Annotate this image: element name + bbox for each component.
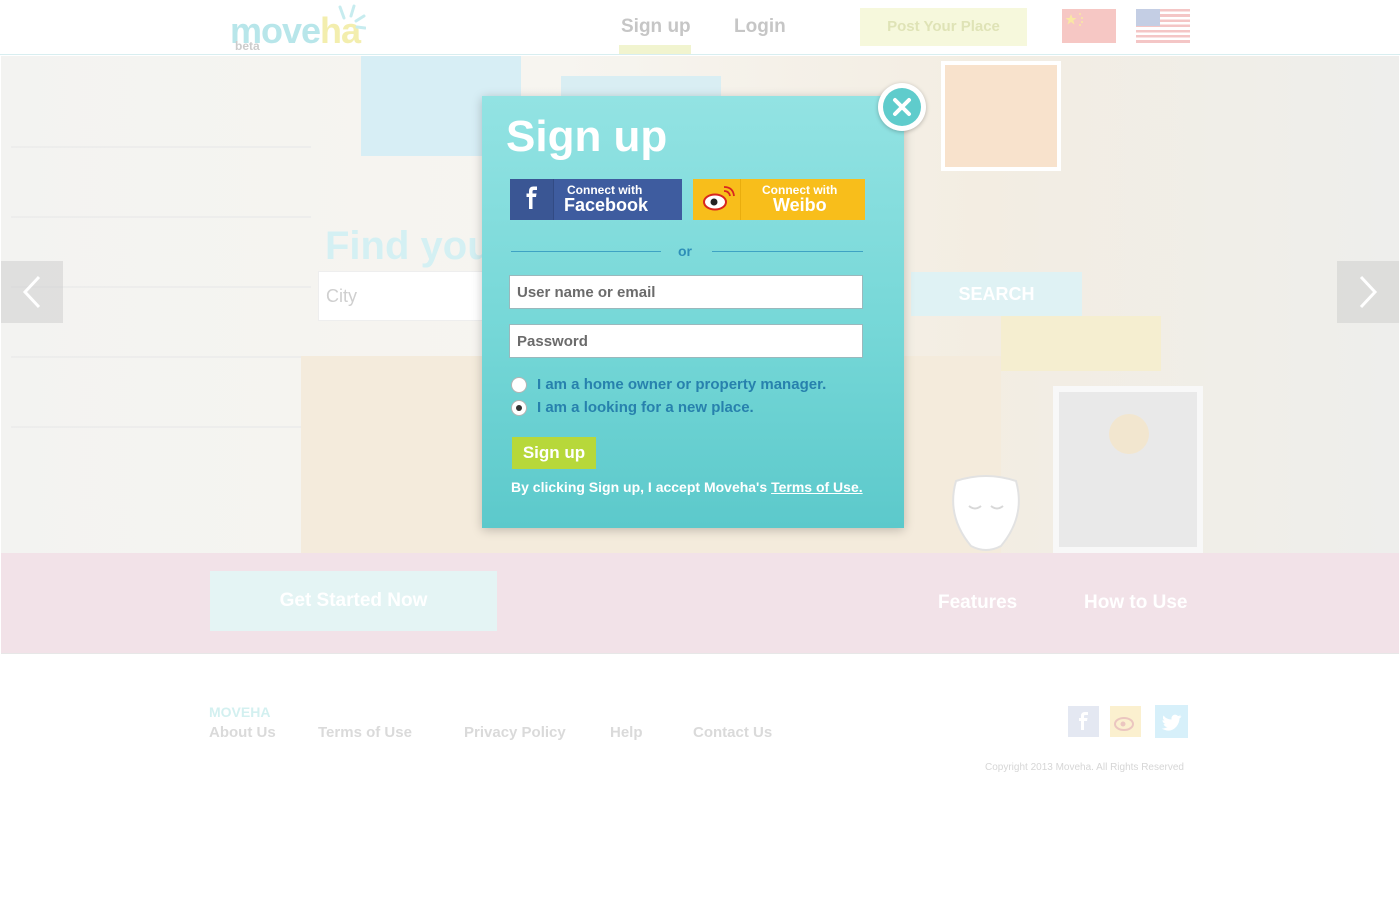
twitter-glyph-icon xyxy=(1161,714,1182,731)
post-your-place-button[interactable]: Post Your Place xyxy=(860,8,1027,46)
logo-beta-tag: beta xyxy=(235,39,260,53)
terms-of-use-link[interactable]: Terms of Use. xyxy=(771,479,863,495)
signup-submit-button[interactable]: Sign up xyxy=(512,437,596,469)
footer-help-link[interactable]: Help xyxy=(610,724,643,741)
password-input[interactable] xyxy=(509,324,863,358)
carousel-prev-button[interactable] xyxy=(1,261,63,323)
footer-about-link[interactable]: About Us xyxy=(209,724,276,741)
site-header: moveha beta Sign up Login Post Your Plac… xyxy=(0,0,1400,55)
logo-sun-rays-icon xyxy=(338,4,366,30)
hero-headline: Find you xyxy=(325,224,492,268)
facebook-connect-label: Facebook xyxy=(564,195,649,215)
get-started-button[interactable]: Get Started Now xyxy=(210,571,497,631)
chevron-right-icon xyxy=(1359,275,1378,309)
weibo-glyph-icon xyxy=(1114,717,1134,731)
footer-contact-link[interactable]: Contact Us xyxy=(693,724,772,741)
terms-prefix: By clicking Sign up, I accept Moveha's xyxy=(511,479,772,495)
role-option-seeker-label: I am a looking for a new place. xyxy=(537,399,754,416)
close-x-glyph-icon xyxy=(893,98,911,116)
usa-flag-canton xyxy=(1136,9,1160,26)
username-email-input[interactable] xyxy=(509,275,863,309)
facebook-f-icon xyxy=(526,186,537,209)
facebook-icon[interactable] xyxy=(1068,706,1099,737)
footer-brand: MOVEHA xyxy=(209,704,271,720)
carousel-next-button[interactable] xyxy=(1337,261,1399,323)
weibo-icon xyxy=(693,179,741,220)
search-button[interactable]: SEARCH xyxy=(911,272,1082,316)
owl-mascot-icon xyxy=(952,475,1020,551)
china-flag-icon[interactable] xyxy=(1062,9,1116,43)
footer-terms-link[interactable]: Terms of Use xyxy=(318,724,412,741)
cta-band: Get Started Now Features How to Use xyxy=(1,553,1399,654)
or-divider-right xyxy=(712,251,863,252)
modal-close-button[interactable] xyxy=(878,83,926,131)
hero-decor-frame-dark xyxy=(1053,386,1203,553)
role-option-owner-label: I am a home owner or property manager. xyxy=(537,376,827,393)
connect-facebook-button[interactable]: Connect with Facebook xyxy=(510,179,682,220)
weibo-icon[interactable] xyxy=(1110,706,1141,737)
hero-decor-circle xyxy=(1109,414,1149,454)
chevron-left-icon xyxy=(22,275,41,309)
facebook-glyph-icon xyxy=(1079,712,1088,730)
nav-active-indicator xyxy=(619,45,691,54)
weibo-eye-icon xyxy=(703,186,735,211)
features-link[interactable]: Features xyxy=(938,592,1017,614)
copyright-text: Copyright 2013 Moveha. All Rights Reserv… xyxy=(985,762,1184,773)
modal-title: Sign up xyxy=(506,112,668,161)
nav-signup-link[interactable]: Sign up xyxy=(621,16,691,38)
facebook-icon xyxy=(510,179,554,220)
or-divider-left xyxy=(511,251,661,252)
moveha-logo[interactable]: moveha beta xyxy=(228,4,368,53)
nav-login-link[interactable]: Login xyxy=(734,16,786,38)
usa-flag-icon[interactable] xyxy=(1136,9,1190,43)
signup-modal: Sign up Connect with Facebook Connect wi… xyxy=(482,96,904,528)
hero-decor-frame-peach xyxy=(941,61,1061,171)
china-flag-star-icon xyxy=(1065,13,1083,26)
weibo-connect-label: Weibo xyxy=(773,195,827,215)
or-divider-text: or xyxy=(678,243,692,259)
hero-decor-card-yellow xyxy=(1001,316,1161,371)
radio-selected-dot xyxy=(516,405,522,411)
radio-seeker[interactable] xyxy=(511,400,527,416)
twitter-icon[interactable] xyxy=(1155,705,1188,738)
radio-owner[interactable] xyxy=(511,377,527,393)
how-to-use-link[interactable]: How to Use xyxy=(1084,592,1187,614)
footer-privacy-link[interactable]: Privacy Policy xyxy=(464,724,566,741)
connect-weibo-button[interactable]: Connect with Weibo xyxy=(693,179,865,220)
city-search-input[interactable]: City xyxy=(318,271,498,321)
city-input-placeholder: City xyxy=(326,286,357,306)
terms-acceptance-text: By clicking Sign up, I accept Moveha's T… xyxy=(511,479,863,495)
close-icon xyxy=(883,88,921,126)
